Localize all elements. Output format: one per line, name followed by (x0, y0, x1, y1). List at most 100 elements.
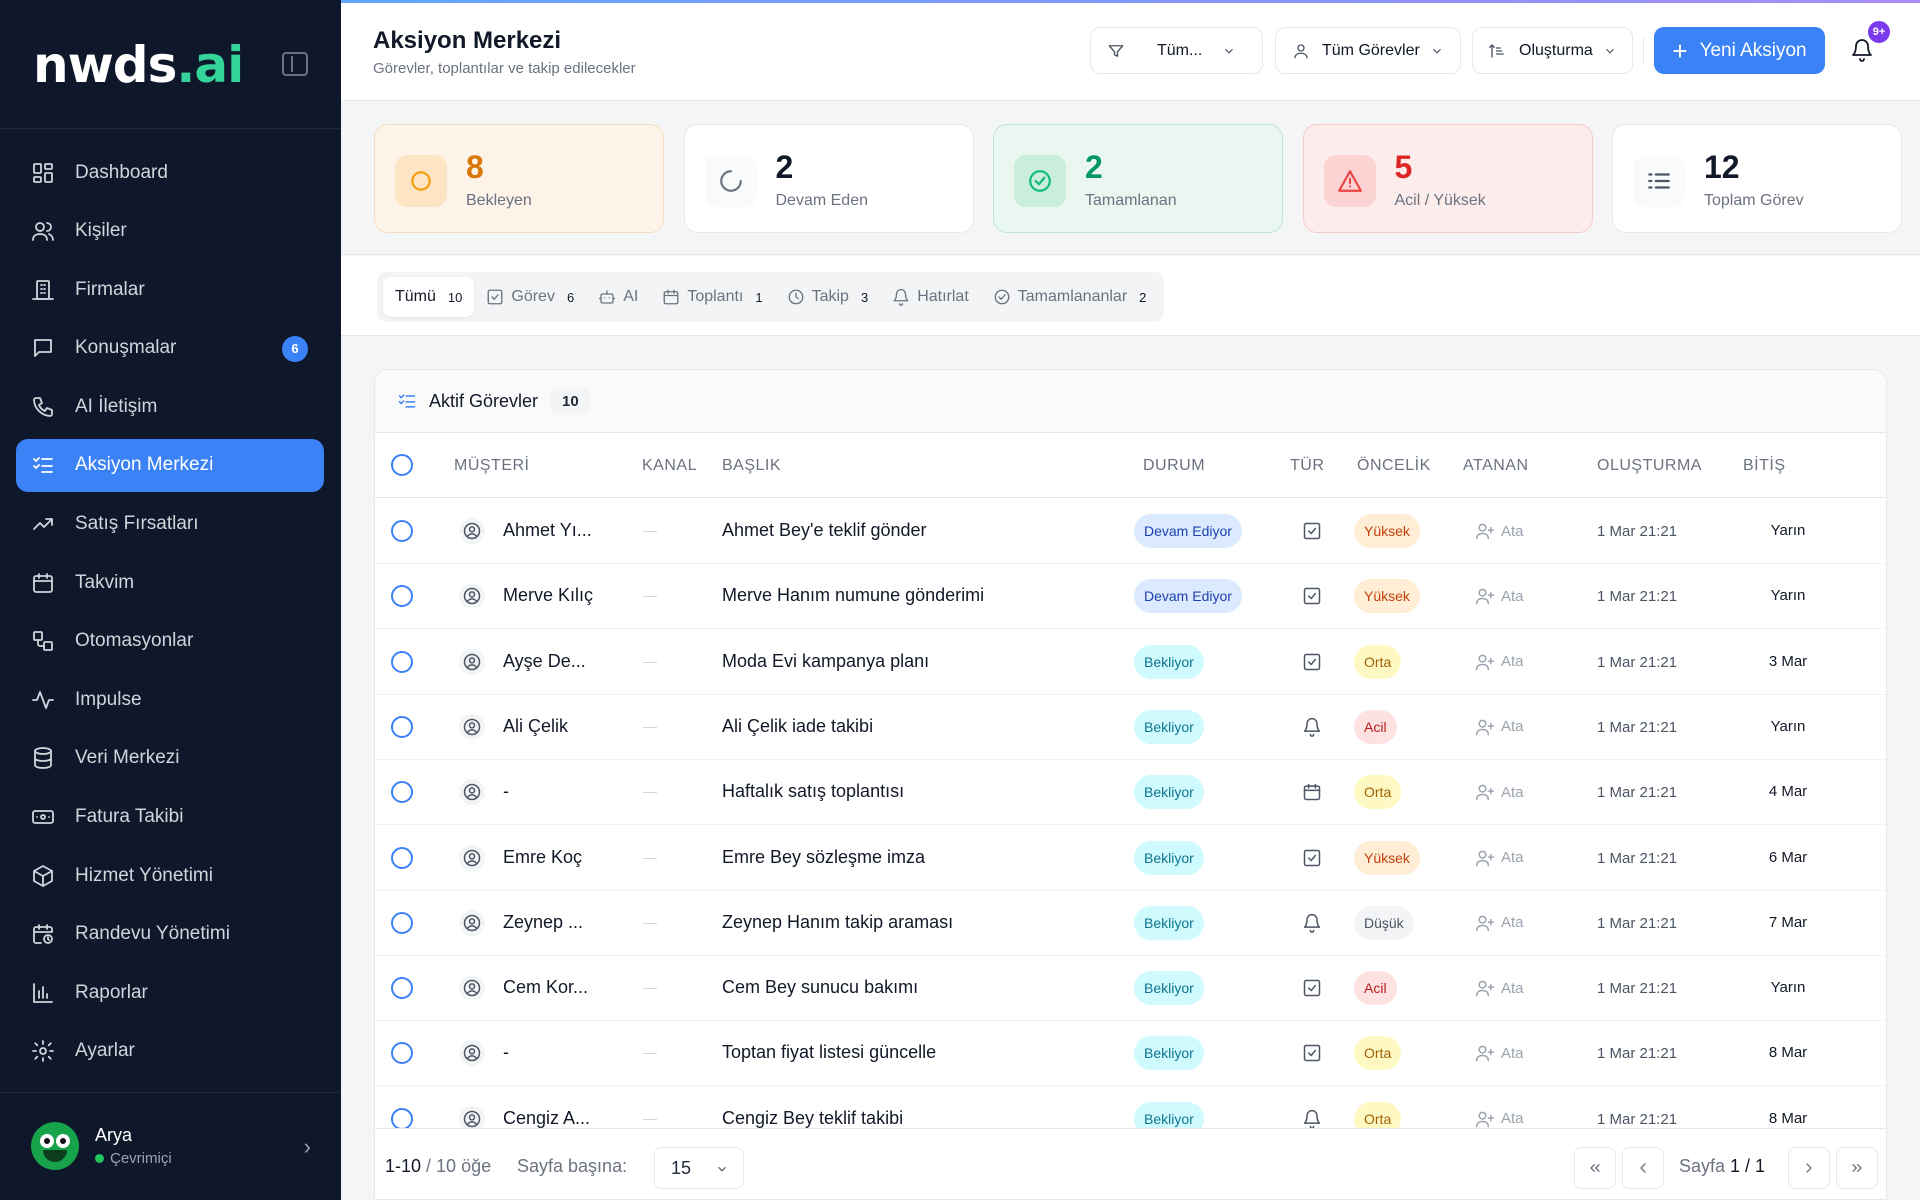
table-row[interactable]: Ali Çelik Ali Çelik iade takibi Bekliyor… (375, 695, 1886, 760)
row-checkbox[interactable] (391, 650, 413, 673)
assign-button[interactable]: Ata (1475, 521, 1524, 541)
sidebar-item-hizmet-yönetimi[interactable]: Hizmet Yönetimi (16, 849, 324, 902)
row-checkbox[interactable] (391, 1042, 413, 1065)
assign-button[interactable]: Ata (1475, 1109, 1524, 1129)
column-header[interactable]: BAŞLIK (722, 457, 781, 475)
column-header[interactable]: KANAL (642, 457, 697, 475)
sidebar-item-randevu-yönetimi[interactable]: Randevu Yönetimi (16, 908, 324, 961)
customer-name[interactable]: - (503, 1042, 509, 1063)
customer-name[interactable]: Merve Kılıç (503, 585, 593, 606)
assign-button[interactable]: Ata (1475, 782, 1524, 802)
assign-button[interactable]: Ata (1475, 978, 1524, 998)
column-header[interactable]: MÜŞTERİ (454, 457, 530, 475)
column-header[interactable]: OLUŞTURMA (1597, 457, 1702, 475)
task-title[interactable]: Emre Bey sözleşme imza (722, 847, 925, 868)
customer-name[interactable]: Ayşe De... (503, 651, 586, 672)
sidebar-item-otomasyonlar[interactable]: Otomasyonlar (16, 615, 324, 668)
prev-page-button[interactable] (1622, 1147, 1664, 1189)
sort-select[interactable]: Oluşturma (1472, 27, 1633, 74)
table-row[interactable]: - Toptan fiyat listesi güncelle Bekliyor… (375, 1021, 1886, 1087)
stat-total-card[interactable]: 12 Toplam Görev (1612, 124, 1902, 233)
task-title[interactable]: Ahmet Bey'e teklif gönder (722, 520, 927, 541)
sidebar-item-konuşmalar[interactable]: Konuşmalar 6 (16, 322, 324, 375)
task-title[interactable]: Zeynep Hanım takip araması (722, 912, 953, 933)
sidebar-item-ai-i-letişim[interactable]: AI İletişim (16, 380, 324, 433)
next-page-button[interactable] (1788, 1147, 1830, 1189)
customer-name[interactable]: Emre Koç (503, 847, 582, 868)
column-header[interactable]: ÖNCELİK (1357, 457, 1431, 475)
row-checkbox[interactable] (391, 585, 413, 608)
tab-hatırlat[interactable]: Hatırlat (880, 277, 981, 317)
task-title[interactable]: Toptan fiyat listesi güncelle (722, 1042, 936, 1063)
assign-button[interactable]: Ata (1475, 586, 1524, 606)
status-filter-select[interactable]: Tüm... (1090, 27, 1263, 74)
customer-name[interactable]: Ahmet Yı... (503, 520, 592, 541)
stat-urgent-card[interactable]: 5 Acil / Yüksek (1302, 124, 1593, 233)
task-title[interactable]: Merve Hanım numune gönderimi (722, 585, 984, 606)
tab-görev[interactable]: Görev 6 (474, 277, 586, 317)
row-checkbox[interactable] (391, 846, 413, 869)
customer-name[interactable]: Cengiz A... (503, 1108, 590, 1129)
sidebar-item-fatura-takibi[interactable]: Fatura Takibi (16, 791, 324, 844)
sidebar-item-ayarlar[interactable]: Ayarlar (16, 1025, 324, 1078)
tab-tümü[interactable]: Tümü 10 (383, 277, 475, 317)
column-header[interactable]: BİTİŞ (1743, 457, 1786, 475)
assign-button[interactable]: Ata (1475, 848, 1524, 868)
row-checkbox[interactable] (391, 781, 413, 804)
table-row[interactable]: Zeynep ... Zeynep Hanım takip araması Be… (375, 891, 1886, 956)
sidebar-item-takvim[interactable]: Takvim (16, 556, 324, 609)
table-row[interactable]: Ahmet Yı... Ahmet Bey'e teklif gönder De… (375, 499, 1886, 564)
column-header[interactable]: ATANAN (1463, 457, 1529, 475)
tab-toplantı[interactable]: Toplantı 1 (650, 277, 774, 317)
table-row[interactable]: Ayşe De... Moda Evi kampanya planı Bekli… (375, 630, 1886, 695)
sidebar-item-impulse[interactable]: Impulse (16, 673, 324, 726)
sidebar-item-firmalar[interactable]: Firmalar (16, 263, 324, 316)
assign-button[interactable]: Ata (1475, 652, 1524, 672)
assign-button[interactable]: Ata (1475, 913, 1524, 933)
sidebar-item-kişiler[interactable]: Kişiler (16, 205, 324, 258)
sidebar-item-veri-merkezi[interactable]: Veri Merkezi (16, 732, 324, 785)
select-all-checkbox[interactable] (391, 454, 413, 476)
stat-in-progress-card[interactable]: 2 Devam Eden (683, 124, 974, 233)
table-row[interactable]: Cem Kor... Cem Bey sunucu bakımı Bekliyo… (375, 956, 1886, 1022)
table-row[interactable]: Emre Koç Emre Bey sözleşme imza Bekliyor… (375, 826, 1886, 891)
sidebar-item-aksiyon-merkezi[interactable]: Aksiyon Merkezi (16, 438, 324, 492)
table-row[interactable]: Merve Kılıç Merve Hanım numune gönderimi… (375, 564, 1886, 630)
sidebar-item-satış-fırsatları[interactable]: Satış Fırsatları (16, 498, 324, 551)
tab-tamamlananlar[interactable]: Tamamlananlar 2 (981, 277, 1159, 317)
task-title[interactable]: Haftalık satış toplantısı (722, 781, 904, 802)
sidebar-item-dashboard[interactable]: Dashboard (16, 146, 324, 199)
task-title[interactable]: Moda Evi kampanya planı (722, 651, 929, 672)
first-page-button[interactable] (1574, 1147, 1616, 1189)
customer-name[interactable]: Cem Kor... (503, 977, 588, 998)
new-action-button[interactable]: + Yeni Aksiyon (1654, 27, 1825, 74)
customer-name[interactable]: Zeynep ... (503, 912, 583, 933)
assign-button[interactable]: Ata (1475, 1043, 1524, 1063)
assignee-filter-select[interactable]: Tüm Görevler (1275, 27, 1461, 74)
task-title[interactable]: Cengiz Bey teklif takibi (722, 1108, 903, 1129)
row-checkbox[interactable] (391, 1107, 413, 1130)
user-profile[interactable]: Arya Çevrimiçi › (31, 1120, 311, 1172)
task-title[interactable]: Cem Bey sunucu bakımı (722, 977, 918, 998)
sidebar-item-raporlar[interactable]: Raporlar (16, 966, 324, 1019)
row-checkbox[interactable] (391, 520, 413, 542)
tab-ai[interactable]: AI (586, 277, 650, 317)
last-page-button[interactable] (1836, 1147, 1878, 1189)
task-title[interactable]: Ali Çelik iade takibi (722, 716, 873, 737)
brand-logo[interactable]: nwds.ai (33, 36, 244, 94)
stat-pending-card[interactable]: 8 Bekleyen (374, 124, 664, 233)
customer-name[interactable]: Ali Çelik (503, 716, 568, 737)
column-header[interactable]: DURUM (1143, 457, 1205, 475)
user-circle-icon (459, 1040, 485, 1067)
row-checkbox[interactable] (391, 977, 413, 1000)
row-checkbox[interactable] (391, 715, 413, 738)
per-page-select[interactable]: 15 (654, 1147, 744, 1189)
sidebar-collapse-icon[interactable] (282, 52, 308, 76)
tab-takip[interactable]: Takip 3 (775, 277, 881, 317)
row-checkbox[interactable] (391, 911, 413, 934)
customer-name[interactable]: - (503, 781, 509, 802)
stat-completed-card[interactable]: 2 Tamamlanan (993, 124, 1283, 233)
table-row[interactable]: - Haftalık satış toplantısı Bekliyor Ort… (375, 760, 1886, 826)
assign-button[interactable]: Ata (1475, 717, 1524, 737)
column-header[interactable]: TÜR (1290, 457, 1324, 475)
